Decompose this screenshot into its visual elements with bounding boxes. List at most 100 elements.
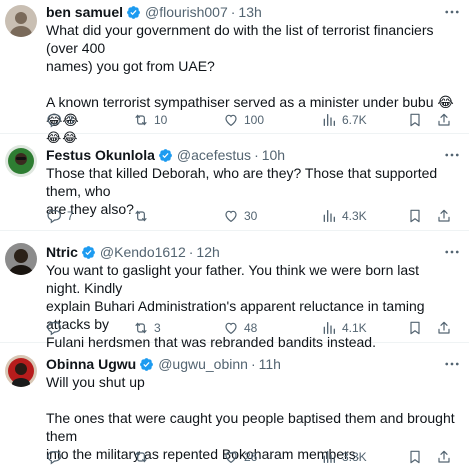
views-button[interactable]: 3.3K bbox=[321, 448, 367, 466]
like-button[interactable]: 30 bbox=[223, 207, 257, 225]
views-icon bbox=[323, 451, 335, 463]
share-icon bbox=[438, 321, 450, 334]
share-button[interactable] bbox=[436, 111, 452, 129]
more-horizontal-icon[interactable] bbox=[443, 243, 461, 261]
reply-icon bbox=[47, 451, 61, 465]
views-count: 4.1K bbox=[342, 321, 367, 335]
reply-feed: ben samuel @flourish007 · 13h What did y… bbox=[0, 0, 469, 472]
more-horizontal-icon[interactable] bbox=[443, 355, 461, 373]
bookmark-button[interactable] bbox=[407, 111, 423, 129]
bookmark-icon bbox=[410, 113, 420, 127]
author-handle[interactable]: @flourish007 bbox=[145, 3, 228, 21]
reply-icon bbox=[47, 114, 61, 128]
author-name[interactable]: ben samuel bbox=[46, 3, 123, 21]
repost-icon bbox=[135, 114, 147, 126]
more-horizontal-icon[interactable] bbox=[443, 3, 461, 21]
text-line: Will you shut up bbox=[46, 374, 145, 390]
share-icon bbox=[438, 209, 450, 222]
views-button[interactable]: 4.1K bbox=[321, 319, 367, 337]
author-name[interactable]: Obinna Ugwu bbox=[46, 355, 136, 373]
text-line: Those that killed Deborah, who are they?… bbox=[46, 165, 438, 199]
timestamp[interactable]: 13h bbox=[238, 3, 261, 21]
author-handle[interactable]: @Kendo1612 bbox=[100, 243, 186, 261]
repost-icon bbox=[135, 451, 147, 463]
tweet-header: Ntric @Kendo1612 · 12h bbox=[46, 243, 465, 261]
avatar[interactable] bbox=[5, 355, 37, 387]
author-name[interactable]: Ntric bbox=[46, 243, 78, 261]
verified-badge-icon bbox=[140, 357, 154, 371]
like-icon bbox=[225, 451, 237, 464]
separator: · bbox=[188, 244, 194, 260]
timestamp[interactable]: 12h bbox=[196, 243, 219, 261]
bookmark-icon bbox=[410, 209, 420, 223]
like-count: 100 bbox=[244, 113, 265, 127]
reply-icon bbox=[47, 322, 61, 336]
text-line: You want to gaslight your father. You th… bbox=[46, 262, 420, 296]
views-icon bbox=[323, 210, 335, 222]
tweet[interactable]: ben samuel @flourish007 · 13h What did y… bbox=[0, 0, 469, 145]
tweet-header: ben samuel @flourish007 · 13h bbox=[46, 3, 465, 21]
reply-button[interactable] bbox=[46, 319, 67, 337]
more-horizontal-icon[interactable] bbox=[443, 146, 461, 164]
like-count: 26 bbox=[244, 450, 258, 464]
like-button[interactable]: 100 bbox=[223, 111, 264, 129]
bookmark-button[interactable] bbox=[407, 319, 423, 337]
reply-button[interactable]: 3 bbox=[46, 111, 74, 129]
action-bar: 3 10 100 6.7K bbox=[46, 111, 457, 129]
action-bar: 3 48 4.1K bbox=[46, 319, 457, 337]
author-handle[interactable]: @ugwu_obinn bbox=[158, 355, 248, 373]
reply-icon bbox=[47, 210, 61, 224]
like-button[interactable]: 26 bbox=[223, 448, 257, 466]
reply-count: 7 bbox=[67, 209, 74, 223]
views-button[interactable]: 4.3K bbox=[321, 207, 367, 225]
bookmark-button[interactable] bbox=[407, 448, 423, 466]
views-count: 6.7K bbox=[342, 113, 367, 127]
repost-button[interactable] bbox=[133, 207, 154, 225]
share-icon bbox=[438, 450, 450, 463]
text-line: The ones that were caught you people bap… bbox=[46, 410, 455, 444]
avatar[interactable] bbox=[5, 145, 37, 177]
bookmark-icon bbox=[410, 450, 420, 464]
tweet[interactable]: Festus Okunlola @acefestus · 10h Those t… bbox=[0, 134, 469, 231]
separator: · bbox=[250, 356, 256, 372]
share-button[interactable] bbox=[436, 448, 452, 466]
avatar[interactable] bbox=[5, 243, 37, 275]
share-button[interactable] bbox=[436, 207, 452, 225]
views-count: 3.3K bbox=[342, 450, 367, 464]
like-button[interactable]: 48 bbox=[223, 319, 257, 337]
repost-icon bbox=[135, 210, 147, 222]
repost-button[interactable]: 10 bbox=[133, 111, 167, 129]
verified-badge-icon bbox=[159, 148, 172, 162]
like-icon bbox=[225, 114, 237, 127]
bookmark-button[interactable] bbox=[407, 207, 423, 225]
views-count: 4.3K bbox=[342, 209, 367, 223]
timestamp[interactable]: 11h bbox=[259, 355, 281, 373]
separator: · bbox=[254, 147, 259, 163]
text-line: What did your government do with the lis… bbox=[46, 22, 434, 56]
share-button[interactable] bbox=[436, 319, 452, 337]
text-line: names) you got from UAE? bbox=[46, 58, 215, 74]
text-line bbox=[46, 391, 457, 409]
views-button[interactable]: 6.7K bbox=[321, 111, 367, 129]
author-name[interactable]: Festus Okunlola bbox=[46, 146, 155, 164]
repost-button[interactable] bbox=[133, 448, 154, 466]
like-icon bbox=[225, 322, 237, 335]
verified-badge-icon bbox=[127, 5, 140, 19]
timestamp[interactable]: 10h bbox=[262, 146, 285, 164]
like-count: 48 bbox=[244, 321, 258, 335]
repost-button[interactable]: 3 bbox=[133, 319, 161, 337]
tweet-header: Obinna Ugwu @ugwu_obinn · 11h bbox=[46, 355, 465, 373]
verified-badge-icon bbox=[82, 245, 95, 259]
author-handle[interactable]: @acefestus bbox=[177, 146, 251, 164]
like-count: 30 bbox=[244, 209, 258, 223]
reply-count: 3 bbox=[67, 113, 74, 127]
reply-button[interactable] bbox=[46, 448, 67, 466]
tweet-header: Festus Okunlola @acefestus · 10h bbox=[46, 146, 465, 164]
reply-button[interactable]: 7 bbox=[46, 207, 74, 225]
action-bar: 7 30 4.3K bbox=[46, 207, 457, 225]
repost-count: 3 bbox=[154, 321, 161, 335]
tweet[interactable]: Obinna Ugwu @ugwu_obinn · 11h Will you s… bbox=[0, 343, 469, 472]
tweet[interactable]: Ntric @Kendo1612 · 12h You want to gasli… bbox=[0, 231, 469, 350]
avatar[interactable] bbox=[5, 5, 37, 37]
like-icon bbox=[225, 210, 237, 223]
